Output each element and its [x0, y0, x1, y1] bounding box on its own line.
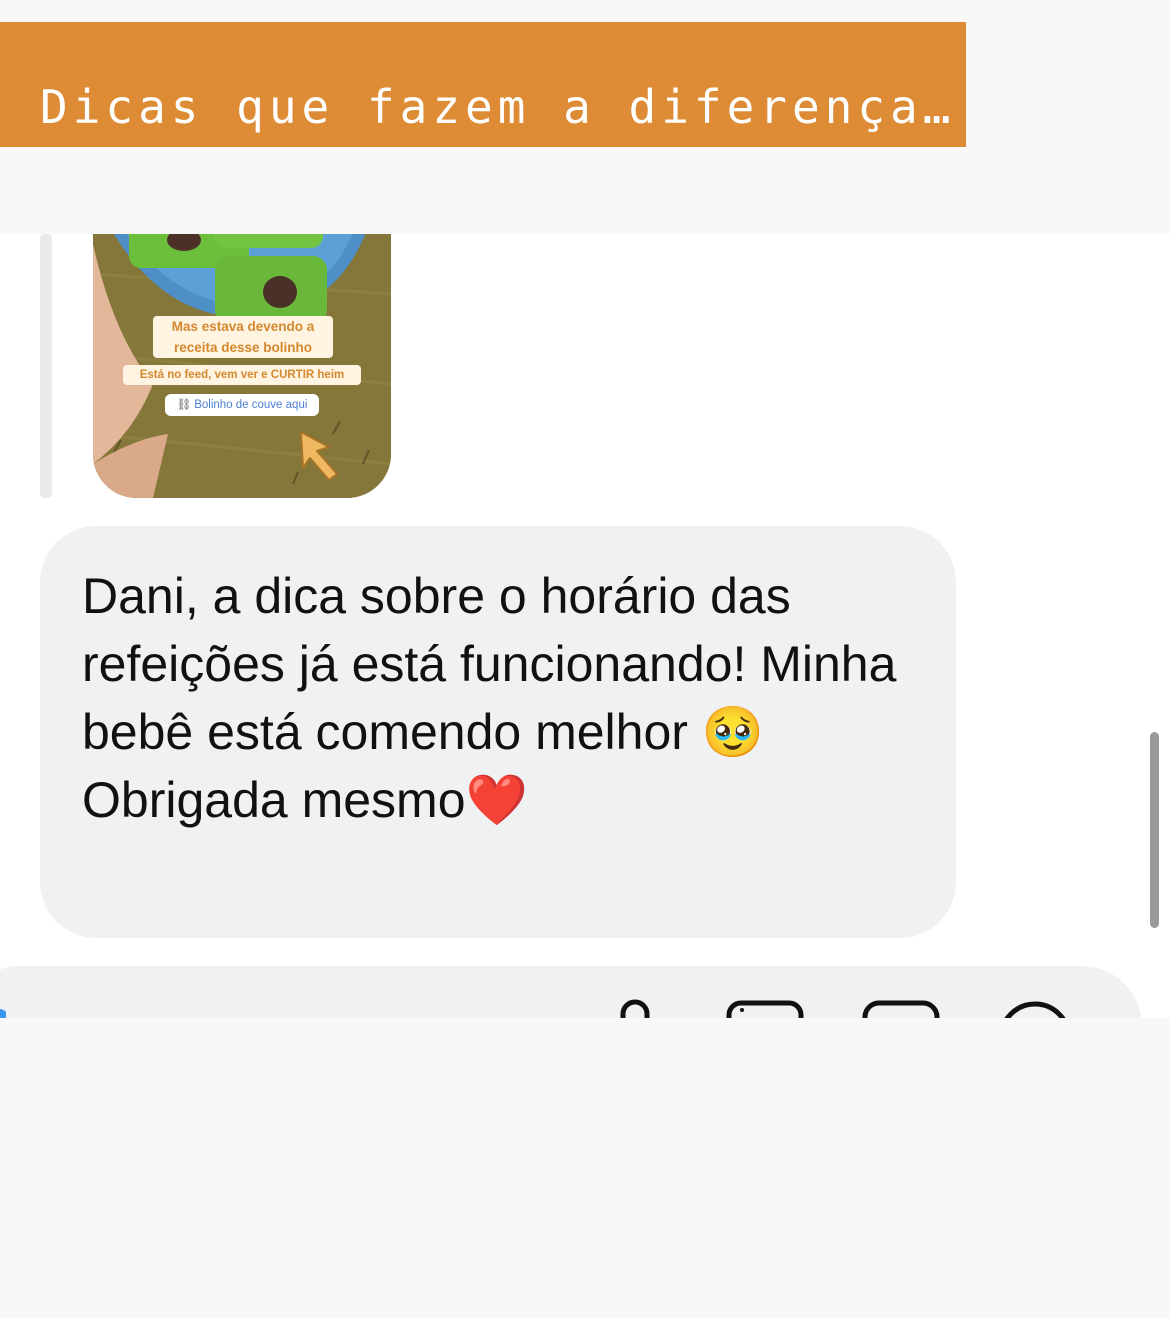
story-link-text: Bolinho de couve aqui — [194, 399, 308, 411]
story-reply-preview[interactable]: Mas estava devendo a receita desse bolin… — [93, 234, 391, 498]
header-banner: Dicas que fazem a diferença… — [0, 22, 966, 147]
story-caption-1: Mas estava devendo a receita desse bolin… — [153, 316, 333, 358]
bottom-area — [0, 1018, 1170, 1318]
story-link-sticker[interactable]: ⛓ Bolinho de couve aqui — [165, 394, 319, 416]
scrollbar[interactable] — [1150, 732, 1159, 928]
message-text: Dani, a dica sobre o horário das refeiçõ… — [82, 568, 897, 828]
story-caption-2: Está no feed, vem ver e CURTIR heim — [123, 365, 361, 385]
reply-indicator-bar — [40, 234, 52, 498]
camera-icon[interactable] — [0, 1005, 6, 1019]
link-icon: ⛓ — [176, 399, 192, 411]
message-bubble[interactable]: Dani, a dica sobre o horário das refeiçõ… — [40, 526, 956, 938]
banner-title: Dicas que fazem a diferença… — [40, 80, 956, 134]
